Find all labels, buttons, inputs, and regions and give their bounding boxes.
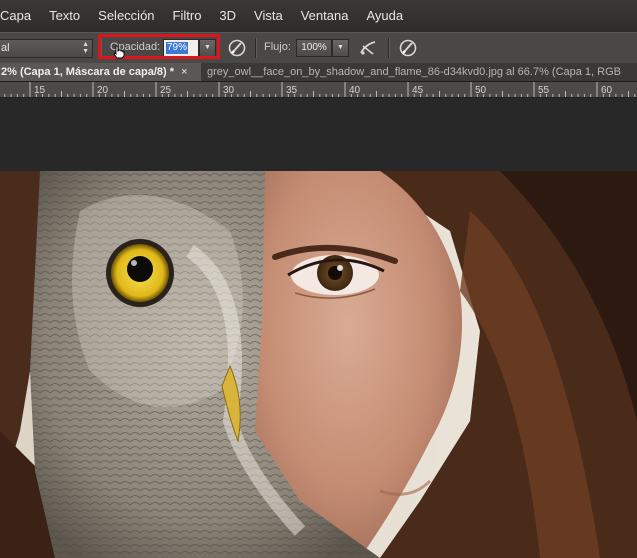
ruler-label: 55 [538, 85, 550, 96]
ruler-label: 15 [34, 85, 46, 96]
tab-owl-label: grey_owl__face_on_by_shadow_and_flame_86… [207, 66, 621, 78]
menu-ayuda[interactable]: Ayuda [357, 0, 412, 32]
menu-capa[interactable]: Capa [0, 0, 40, 32]
flow-dropdown-button[interactable]: ▼ [332, 39, 349, 57]
composite-face-image [0, 171, 637, 558]
separator [255, 38, 256, 58]
menu-seleccion[interactable]: Selección [89, 0, 163, 32]
pasteboard [0, 98, 637, 171]
flow-input[interactable]: 100% [296, 39, 332, 57]
ruler-label: 25 [160, 85, 172, 96]
tab-owl-document[interactable]: grey_owl__face_on_by_shadow_and_flame_86… [207, 63, 621, 81]
document-tab-bar: 2% (Capa 1, Máscara de capa/8) * × grey_… [0, 63, 637, 82]
ruler-label: 20 [97, 85, 109, 96]
tab-active-document[interactable]: 2% (Capa 1, Máscara de capa/8) * × [0, 63, 201, 81]
tab-active-label: 2% (Capa 1, Máscara de capa/8) * [1, 66, 175, 78]
close-icon[interactable]: × [181, 63, 187, 81]
airbrush-icon[interactable] [357, 37, 379, 59]
blend-mode-value: al [1, 42, 10, 54]
menu-3d[interactable]: 3D [210, 0, 245, 32]
pressure-opacity-icon[interactable] [226, 37, 248, 59]
ruler-label: 35 [286, 85, 298, 96]
menu-texto[interactable]: Texto [40, 0, 89, 32]
hand-cursor-icon [113, 45, 125, 59]
flow-label: Flujo: [264, 41, 291, 53]
document-canvas[interactable] [0, 171, 637, 558]
separator [388, 38, 389, 58]
ruler-label: 60 [601, 85, 613, 96]
ruler-label: 50 [475, 85, 487, 96]
menu-filtro[interactable]: Filtro [164, 0, 211, 32]
ruler-label: 40 [349, 85, 361, 96]
ruler-label: 45 [412, 85, 424, 96]
spin-arrows-icon: ▲ ▼ [82, 41, 89, 55]
pressure-size-icon[interactable] [397, 37, 419, 59]
blend-mode-select[interactable]: al ▲ ▼ [0, 39, 93, 58]
ruler-label: 30 [223, 85, 235, 96]
horizontal-ruler[interactable]: 15 20 25 30 35 40 45 50 55 60 [0, 82, 637, 98]
menu-ventana[interactable]: Ventana [292, 0, 358, 32]
menu-vista[interactable]: Vista [245, 0, 292, 32]
menu-bar: Capa Texto Selección Filtro 3D Vista Ven… [0, 0, 637, 32]
options-bar: al ▲ ▼ Opacidad: 79% ▼ Flujo: 100% ▼ [0, 32, 637, 64]
ruler-ticks: 15 20 25 30 35 40 45 50 55 60 [4, 82, 636, 97]
